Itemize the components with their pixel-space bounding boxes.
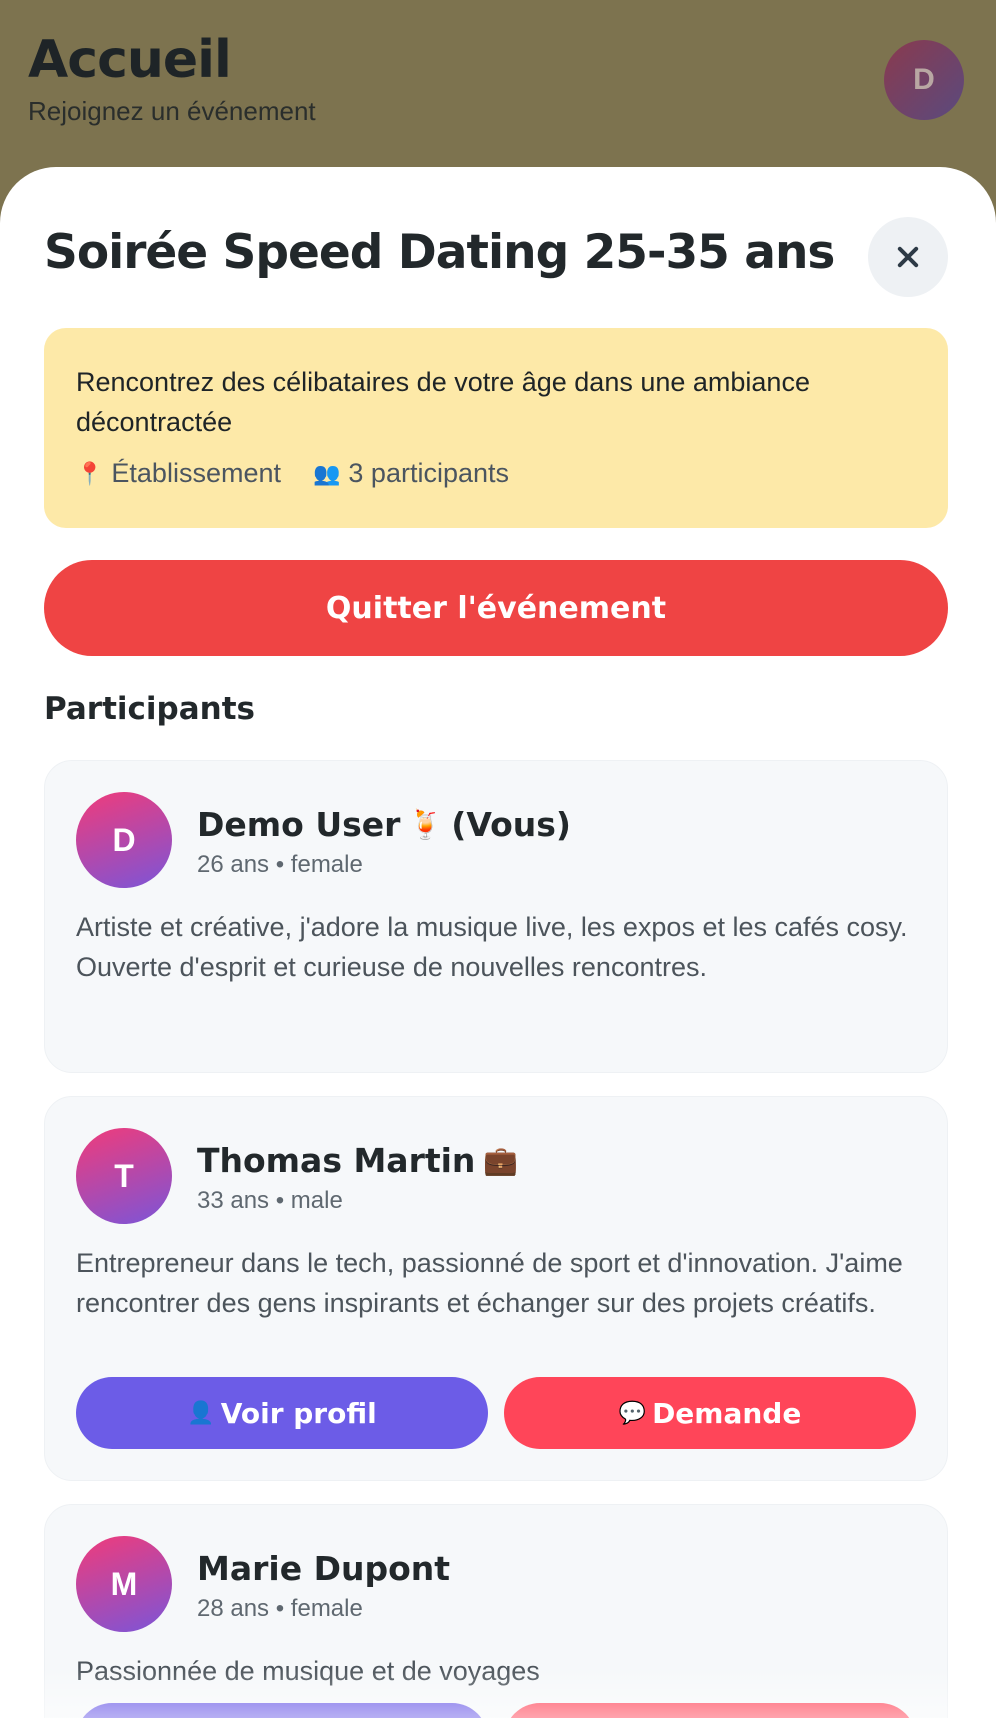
view-profile-button[interactable]: 👤 Voir profil — [76, 1377, 488, 1449]
cocktail-icon: 🍹 — [408, 808, 444, 841]
close-icon — [897, 246, 919, 268]
participants-count-label: 3 participants — [348, 458, 509, 488]
avatar: M — [76, 1536, 172, 1632]
event-location: 📍 Établissement — [76, 458, 281, 489]
event-detail-sheet: Soirée Speed Dating 25-35 ans Rencontrez… — [0, 167, 996, 1718]
participant-card: T Thomas Martin 💼 33 ans • male Entrepre… — [44, 1096, 948, 1481]
avatar: T — [76, 1128, 172, 1224]
avatar: D — [76, 792, 172, 888]
participant-details: 33 ans • male — [197, 1187, 343, 1214]
participant-name-row: Marie Dupont — [197, 1549, 450, 1588]
you-tag: (Vous) — [451, 805, 572, 844]
participant-bio: Entrepreneur dans le tech, passionné de … — [76, 1248, 903, 1318]
view-profile-button[interactable] — [76, 1703, 488, 1718]
request-label: Demande — [652, 1396, 802, 1430]
participant-card: M Marie Dupont 28 ans • female Passionné… — [44, 1504, 948, 1718]
page-subtitle: Rejoignez un événement — [28, 96, 316, 126]
participant-details: 28 ans • female — [197, 1595, 363, 1622]
participant-actions: 👤 Voir profil 💬 Demande — [76, 1377, 916, 1449]
participants-heading: Participants — [44, 691, 255, 727]
quit-event-button[interactable]: Quitter l'événement — [44, 560, 948, 656]
participant-bio: Artiste et créative, j'adore la musique … — [76, 912, 908, 982]
briefcase-icon: 💼 — [483, 1144, 519, 1177]
participant-name: Marie Dupont — [197, 1549, 451, 1588]
event-info-box: Rencontrez des célibataires de votre âge… — [44, 328, 948, 528]
participant-actions — [76, 1703, 916, 1718]
page-title: Accueil — [28, 30, 232, 90]
people-icon: 👥 — [313, 460, 341, 486]
participant-name-row: Demo User 🍹 (Vous) — [197, 805, 571, 844]
event-meta: 📍 Établissement 👥 3 participants — [76, 458, 916, 489]
view-profile-label: Voir profil — [220, 1396, 377, 1430]
participant-details: 26 ans • female — [197, 851, 363, 878]
close-button[interactable] — [868, 217, 948, 297]
participant-name: Thomas Martin — [197, 1141, 476, 1180]
request-button[interactable]: 💬 Demande — [504, 1377, 916, 1449]
user-avatar[interactable]: D — [884, 40, 964, 120]
participant-bio: Passionnée de musique et de voyages — [76, 1656, 540, 1686]
event-title: Soirée Speed Dating 25-35 ans — [44, 225, 835, 280]
participant-name-row: Thomas Martin 💼 — [197, 1141, 518, 1180]
user-icon: 👤 — [187, 1400, 215, 1426]
pin-icon: 📍 — [76, 460, 104, 486]
request-button[interactable] — [504, 1703, 916, 1718]
event-description: Rencontrez des célibataires de votre âge… — [76, 367, 810, 437]
speech-bubble-icon: 💬 — [618, 1400, 647, 1426]
participant-card: D Demo User 🍹 (Vous) 26 ans • female Art… — [44, 760, 948, 1073]
event-participants-count: 👥 3 participants — [313, 458, 509, 489]
app-header: Accueil Rejoignez un événement D — [0, 0, 996, 180]
participant-name: Demo User — [197, 805, 401, 844]
location-label: Établissement — [111, 458, 281, 488]
